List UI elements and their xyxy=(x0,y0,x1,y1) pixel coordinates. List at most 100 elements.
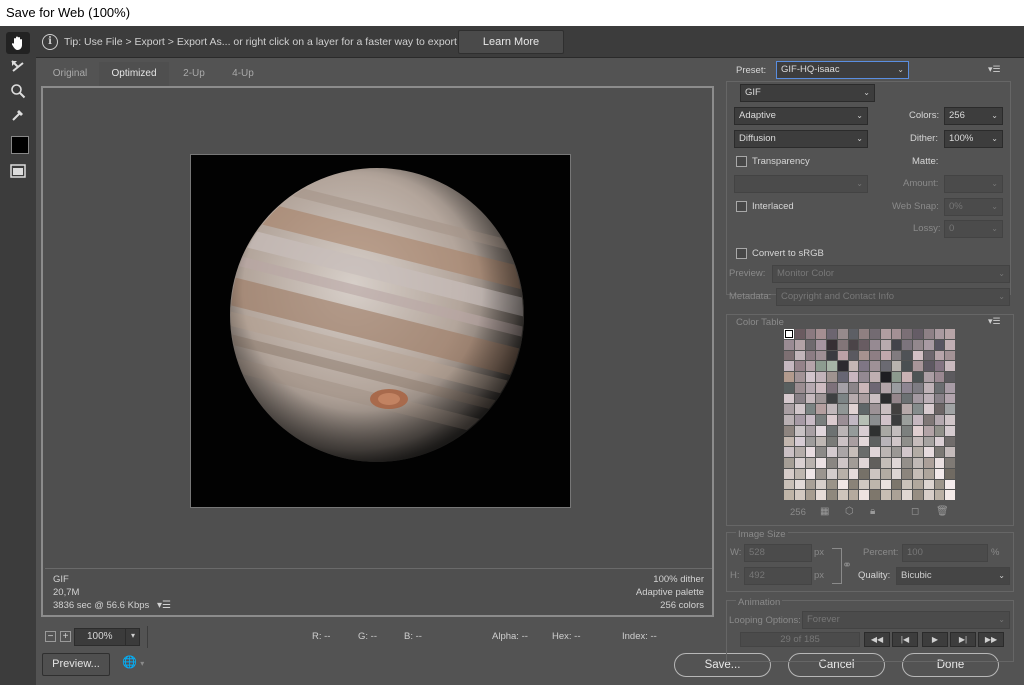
color-swatch[interactable] xyxy=(891,361,902,371)
color-swatch[interactable] xyxy=(859,425,869,436)
image-preview-area[interactable]: GIF 20,7M 3836 sec @ 56.6 Kbps ▾☰ 100% d… xyxy=(41,86,714,617)
color-swatch[interactable] xyxy=(837,404,848,414)
color-swatch[interactable] xyxy=(945,415,955,425)
color-swatch[interactable] xyxy=(859,339,869,350)
color-swatch[interactable] xyxy=(934,415,945,425)
color-swatch[interactable] xyxy=(784,372,794,382)
color-swatch[interactable] xyxy=(816,350,826,361)
color-swatch[interactable] xyxy=(902,490,912,500)
color-swatch[interactable] xyxy=(934,425,945,436)
color-swatch[interactable] xyxy=(934,382,945,393)
color-swatch[interactable] xyxy=(805,468,816,479)
color-swatch[interactable] xyxy=(880,361,891,371)
color-swatch[interactable] xyxy=(923,372,934,382)
color-swatch[interactable] xyxy=(870,404,880,414)
color-swatch[interactable] xyxy=(913,382,923,393)
color-swatch[interactable] xyxy=(805,382,816,393)
color-swatch[interactable] xyxy=(880,458,891,468)
color-swatch[interactable] xyxy=(934,458,945,468)
color-swatch[interactable] xyxy=(870,490,880,500)
color-swatch[interactable] xyxy=(784,490,794,500)
color-swatch[interactable] xyxy=(794,393,805,404)
color-swatch[interactable] xyxy=(913,404,923,414)
looping-dropdown[interactable]: Forever ⌄ xyxy=(802,611,1010,629)
color-swatch[interactable] xyxy=(891,447,902,457)
color-swatch[interactable] xyxy=(945,361,955,371)
color-swatch[interactable] xyxy=(805,350,816,361)
color-swatch[interactable] xyxy=(805,415,816,425)
color-swatch[interactable] xyxy=(880,415,891,425)
color-swatch[interactable] xyxy=(934,447,945,457)
color-swatch[interactable] xyxy=(934,490,945,500)
color-swatch[interactable] xyxy=(794,382,805,393)
color-swatch[interactable] xyxy=(827,479,837,490)
color-swatch[interactable] xyxy=(784,415,794,425)
color-swatch[interactable] xyxy=(934,468,945,479)
color-swatch[interactable] xyxy=(880,372,891,382)
color-swatch[interactable] xyxy=(837,458,848,468)
color-swatch[interactable] xyxy=(923,415,934,425)
color-swatch[interactable] xyxy=(870,425,880,436)
color-swatch[interactable] xyxy=(934,350,945,361)
lock-icon[interactable]: 🔒︎ xyxy=(870,506,875,517)
color-swatch[interactable] xyxy=(784,404,794,414)
color-swatch[interactable] xyxy=(945,329,955,339)
preview-color-dropdown[interactable]: Monitor Color ⌄ xyxy=(772,265,1010,283)
color-swatch[interactable] xyxy=(816,468,826,479)
color-swatch[interactable] xyxy=(870,393,880,404)
width-field[interactable]: 528 xyxy=(744,544,812,562)
color-swatch[interactable] xyxy=(859,468,869,479)
color-swatch[interactable] xyxy=(848,479,859,490)
color-swatch[interactable] xyxy=(923,490,934,500)
color-swatch[interactable] xyxy=(880,468,891,479)
color-swatch[interactable] xyxy=(794,490,805,500)
amount-field[interactable]: ⌄ xyxy=(944,175,1003,193)
color-swatch[interactable] xyxy=(784,329,794,339)
color-swatch[interactable] xyxy=(870,372,880,382)
eyedropper-icon[interactable] xyxy=(6,104,30,126)
color-swatch[interactable] xyxy=(816,393,826,404)
color-swatch[interactable] xyxy=(848,425,859,436)
color-swatch[interactable] xyxy=(794,425,805,436)
color-swatch[interactable] xyxy=(913,447,923,457)
color-swatch[interactable] xyxy=(945,350,955,361)
color-swatch[interactable] xyxy=(805,393,816,404)
trash-icon[interactable]: 🗑︎ xyxy=(936,506,949,517)
zoom-out-button[interactable]: − xyxy=(45,631,56,642)
color-swatch[interactable] xyxy=(784,350,794,361)
color-swatch[interactable] xyxy=(891,339,902,350)
color-swatch[interactable] xyxy=(902,339,912,350)
color-swatch[interactable] xyxy=(784,447,794,457)
color-swatch[interactable] xyxy=(827,425,837,436)
color-swatch[interactable] xyxy=(902,350,912,361)
lossy-field[interactable]: 0 ⌄ xyxy=(944,220,1003,238)
color-swatch[interactable] xyxy=(934,436,945,447)
color-swatch[interactable] xyxy=(945,425,955,436)
color-swatch[interactable] xyxy=(848,329,859,339)
next-frame-icon[interactable]: ▶| xyxy=(950,632,976,647)
color-swatch[interactable] xyxy=(870,479,880,490)
color-swatch[interactable] xyxy=(923,436,934,447)
color-swatch[interactable] xyxy=(827,490,837,500)
color-swatch[interactable] xyxy=(880,490,891,500)
color-swatch[interactable] xyxy=(870,436,880,447)
color-swatch[interactable] xyxy=(848,458,859,468)
color-swatch[interactable] xyxy=(870,339,880,350)
color-swatch[interactable] xyxy=(913,458,923,468)
web-shift-icon[interactable]: ▦ xyxy=(820,506,829,517)
color-swatch[interactable] xyxy=(837,372,848,382)
color-swatch[interactable] xyxy=(805,329,816,339)
color-swatch[interactable] xyxy=(859,447,869,457)
color-swatch[interactable] xyxy=(891,393,902,404)
color-swatch[interactable] xyxy=(934,404,945,414)
color-swatch[interactable] xyxy=(784,479,794,490)
color-swatch[interactable] xyxy=(891,382,902,393)
color-swatch[interactable] xyxy=(859,458,869,468)
color-swatch[interactable] xyxy=(891,458,902,468)
color-swatch[interactable] xyxy=(794,329,805,339)
color-swatch[interactable] xyxy=(891,436,902,447)
color-swatch[interactable] xyxy=(934,361,945,371)
color-swatch[interactable] xyxy=(870,382,880,393)
color-swatch[interactable] xyxy=(837,361,848,371)
play-icon[interactable]: ▶ xyxy=(922,632,948,647)
